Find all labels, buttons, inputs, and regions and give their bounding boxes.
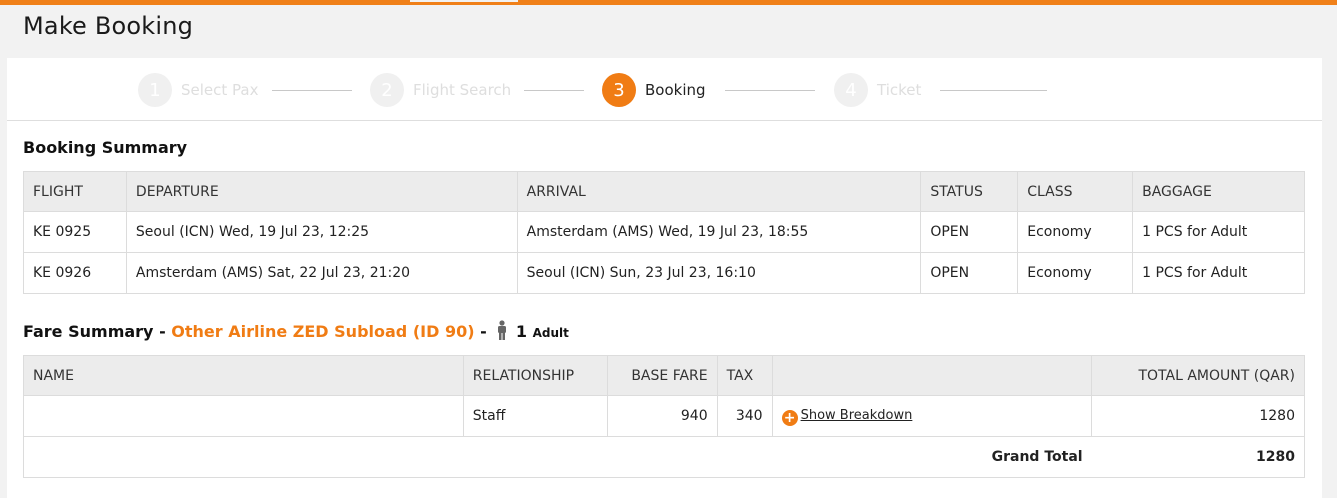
step-number: 4 <box>834 73 868 107</box>
cell-relationship: Staff <box>462 395 608 437</box>
cell-breakdown: + Show Breakdown <box>771 395 1093 437</box>
step-number: 1 <box>138 73 172 107</box>
booking-card: 1 Select Pax 2 Flight Search 3 Booking 4… <box>7 58 1322 498</box>
grand-total-spacer <box>23 436 773 478</box>
col-relationship: RELATIONSHIP <box>462 355 608 396</box>
col-arrival: ARRIVAL <box>516 171 922 212</box>
step-label: Flight Search <box>413 81 512 99</box>
step-label: Select Pax <box>181 81 259 99</box>
page-title: Make Booking <box>23 12 194 40</box>
cell-name <box>23 395 464 437</box>
step-connector <box>725 90 815 91</box>
col-tax: TAX <box>716 355 773 396</box>
cell-tax: 340 <box>716 395 773 437</box>
col-name: NAME <box>23 355 464 396</box>
cell-status: OPEN <box>920 252 1019 294</box>
show-breakdown-link[interactable]: Show Breakdown <box>801 408 913 423</box>
cell-baggage: 1 PCS for Adult <box>1132 211 1305 253</box>
col-departure: DEPARTURE <box>125 171 518 212</box>
cell-flight: KE 0925 <box>23 211 127 253</box>
booking-summary-title: Booking Summary <box>23 138 188 157</box>
cell-status: OPEN <box>920 211 1019 253</box>
person-icon <box>496 320 508 344</box>
booking-summary-table: FLIGHT DEPARTURE ARRIVAL STATUS CLASS BA… <box>23 171 1305 294</box>
cell-arrival: Amsterdam (AMS) Wed, 19 Jul 23, 18:55 <box>516 211 922 253</box>
step-label: Booking <box>645 81 706 99</box>
col-status: STATUS <box>920 171 1019 212</box>
cell-departure: Amsterdam (AMS) Sat, 22 Jul 23, 21:20 <box>125 252 518 294</box>
col-class: CLASS <box>1017 171 1134 212</box>
plus-circle-icon[interactable]: + <box>781 409 798 426</box>
table-row: KE 0926 Amsterdam (AMS) Sat, 22 Jul 23, … <box>23 252 1305 294</box>
col-baggage: BAGGAGE <box>1132 171 1305 212</box>
table-row: KE 0925 Seoul (ICN) Wed, 19 Jul 23, 12:2… <box>23 211 1305 253</box>
stepper: 1 Select Pax 2 Flight Search 3 Booking 4… <box>7 58 1322 121</box>
cell-baggage: 1 PCS for Adult <box>1132 252 1305 294</box>
separator: - <box>480 322 487 341</box>
cell-base-fare: 940 <box>606 395 718 437</box>
pax-type: Adult <box>532 326 569 340</box>
cell-total: 1280 <box>1091 395 1305 437</box>
cell-arrival: Seoul (ICN) Sun, 23 Jul 23, 16:10 <box>516 252 922 294</box>
fare-summary-label: Fare Summary <box>23 322 154 341</box>
step-ticket[interactable]: 4 Ticket <box>834 73 922 107</box>
step-select-pax[interactable]: 1 Select Pax <box>138 73 259 107</box>
step-number: 2 <box>370 73 404 107</box>
step-flight-search[interactable]: 2 Flight Search <box>370 73 512 107</box>
col-base-fare: BASE FARE <box>606 355 718 396</box>
step-connector <box>940 90 1047 91</box>
table-header-row: NAME RELATIONSHIP BASE FARE TAX TOTAL AM… <box>23 355 1305 396</box>
airline-name: Other Airline ZED Subload (ID 90) <box>171 322 475 341</box>
col-total: TOTAL AMOUNT (QAR) <box>1091 355 1305 396</box>
cell-class: Economy <box>1017 211 1134 253</box>
fare-summary-table: NAME RELATIONSHIP BASE FARE TAX TOTAL AM… <box>23 355 1305 478</box>
step-label: Ticket <box>877 81 922 99</box>
step-booking[interactable]: 3 Booking <box>602 73 706 107</box>
step-connector <box>524 90 584 91</box>
redacted-name <box>33 403 373 429</box>
top-accent-bar <box>0 0 1337 5</box>
grand-total-value: 1280 <box>1091 436 1305 478</box>
cell-flight: KE 0926 <box>23 252 127 294</box>
step-number: 3 <box>602 73 636 107</box>
fare-summary-title: Fare Summary - Other Airline ZED Subload… <box>23 320 569 344</box>
pax-count: 1 <box>515 322 528 341</box>
cell-departure: Seoul (ICN) Wed, 19 Jul 23, 12:25 <box>125 211 518 253</box>
grand-total-row: Grand Total 1280 <box>23 436 1305 478</box>
grand-total-label: Grand Total <box>772 436 1092 478</box>
col-breakdown <box>771 355 1093 396</box>
col-flight: FLIGHT <box>23 171 127 212</box>
table-row: Staff 940 340 + Show Breakdown 1280 <box>23 395 1305 437</box>
separator: - <box>159 322 166 341</box>
table-header-row: FLIGHT DEPARTURE ARRIVAL STATUS CLASS BA… <box>23 171 1305 212</box>
cell-class: Economy <box>1017 252 1134 294</box>
step-connector <box>272 90 352 91</box>
